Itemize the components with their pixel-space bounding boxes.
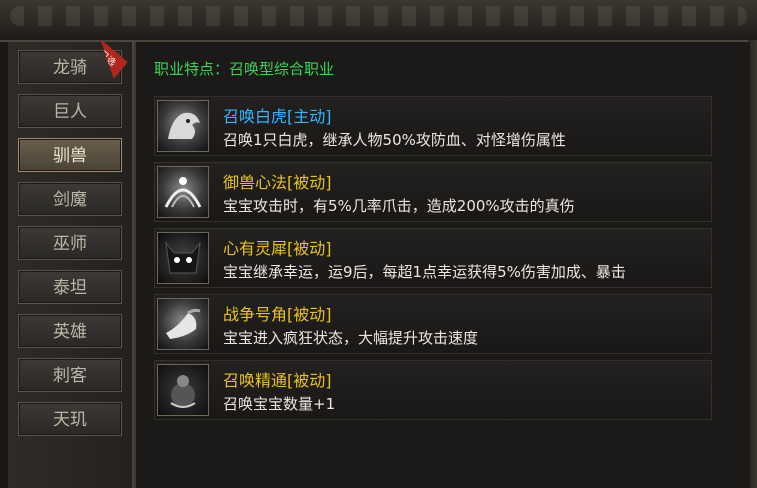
skill-description: 宝宝进入疯狂状态，大幅提升攻击速度 <box>223 329 479 347</box>
tab-label: 巫师 <box>53 234 87 254</box>
war-horn-icon <box>157 298 209 350</box>
tab-label: 英雄 <box>53 322 87 342</box>
tab-label: 天玑 <box>53 410 87 430</box>
white-tiger-icon <box>157 100 209 152</box>
skill-description: 召唤1只白虎，继承人物50%攻防血、对怪增伤属性 <box>223 131 566 149</box>
skill-panel: 职业特点：召唤型综合职业 召唤白虎[主动] 召唤1只白虎，继承人物50%攻防血、… <box>134 42 750 488</box>
beast-mastery-icon <box>157 166 209 218</box>
summon-mastery-icon <box>157 364 209 416</box>
tab-label: 泰坦 <box>53 278 87 298</box>
skill-title: 召唤白虎[主动] <box>223 107 332 126</box>
tab-sword-demon[interactable]: 剑魔 <box>18 182 122 216</box>
skill-title: 心有灵犀[被动] <box>223 239 332 258</box>
class-feature-text: 职业特点：召唤型综合职业 <box>154 60 335 78</box>
class-tab-sidebar: 龙骑 已选 巨人 驯兽 剑魔 巫师 泰坦 英雄 刺客 天玑 <box>8 42 134 488</box>
skill-row[interactable]: 御兽心法[被动] 宝宝攻击时，有5%几率爪击，造成200%攻击的真伤 <box>154 162 712 222</box>
tab-wizard[interactable]: 巫师 <box>18 226 122 260</box>
skill-description: 宝宝攻击时，有5%几率爪击，造成200%攻击的真伤 <box>223 197 575 215</box>
tab-giant[interactable]: 巨人 <box>18 94 122 128</box>
tab-label: 巨人 <box>53 102 87 122</box>
tab-label: 刺客 <box>53 366 87 386</box>
tab-label: 剑魔 <box>53 190 87 210</box>
tab-assassin[interactable]: 刺客 <box>18 358 122 392</box>
skill-row[interactable]: 战争号角[被动] 宝宝进入疯狂状态，大幅提升攻击速度 <box>154 294 712 354</box>
skill-title: 战争号角[被动] <box>223 305 332 324</box>
skill-description: 宝宝继承幸运，运9后，每超1点幸运获得5%伤害加成、暴击 <box>223 263 626 281</box>
tab-titan[interactable]: 泰坦 <box>18 270 122 304</box>
window-top-frame <box>0 0 757 42</box>
demon-face-icon <box>157 232 209 284</box>
skill-title: 召唤精通[被动] <box>223 371 332 390</box>
skill-row[interactable]: 召唤白虎[主动] 召唤1只白虎，继承人物50%攻防血、对怪增伤属性 <box>154 96 712 156</box>
tab-dragon-knight[interactable]: 龙骑 已选 <box>18 50 122 84</box>
tab-beast-tamer[interactable]: 驯兽 <box>18 138 122 172</box>
tab-hero[interactable]: 英雄 <box>18 314 122 348</box>
skill-title: 御兽心法[被动] <box>223 173 332 192</box>
skill-row[interactable]: 召唤精通[被动] 召唤宝宝数量+1 <box>154 360 712 420</box>
selected-badge: 已选 <box>86 39 128 79</box>
skill-description: 召唤宝宝数量+1 <box>223 395 336 413</box>
tab-label: 龙骑 <box>53 58 87 78</box>
skill-row[interactable]: 心有灵犀[被动] 宝宝继承幸运，运9后，每超1点幸运获得5%伤害加成、暴击 <box>154 228 712 288</box>
tab-label: 驯兽 <box>53 146 87 166</box>
tab-tianji[interactable]: 天玑 <box>18 402 122 436</box>
